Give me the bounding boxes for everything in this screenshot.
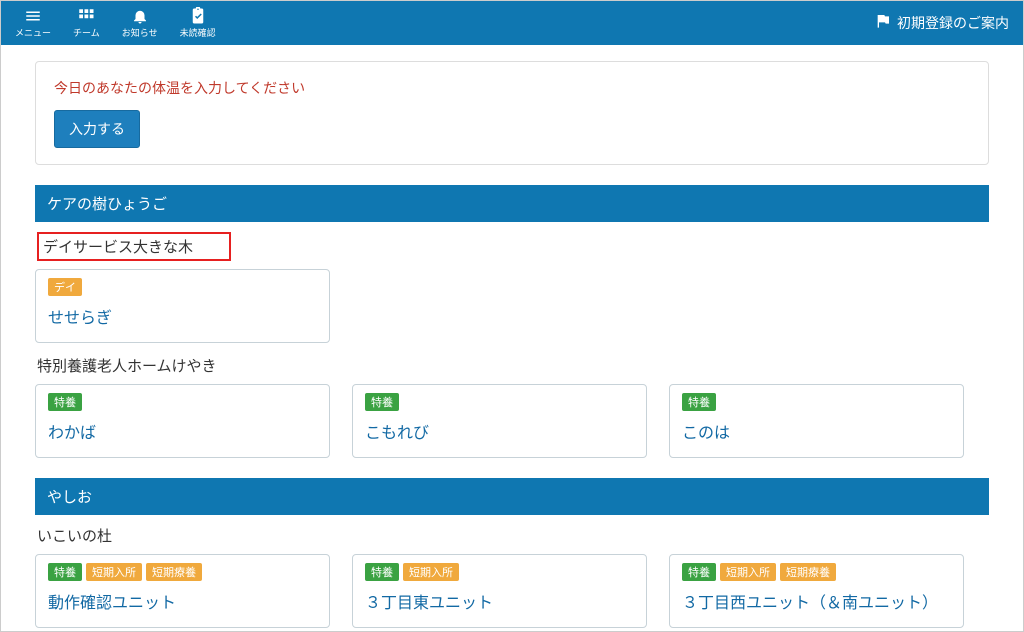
nav-menu[interactable]: メニュー <box>15 7 51 39</box>
card-tags: 特養短期入所 <box>365 563 634 581</box>
nav-unread[interactable]: 未読確認 <box>180 7 216 39</box>
topbar-left: メニュー チーム お知らせ 未読確認 <box>15 7 216 39</box>
highlighted-subheader: デイサービス大きな木 <box>37 232 231 261</box>
nav-label: お知らせ <box>122 26 158 39</box>
content: 今日のあなたの体温を入力してください 入力する ケアの樹ひょうごデイサービス大き… <box>1 45 1023 631</box>
card-grid: 特養短期入所短期療養動作確認ユニット特養短期入所３丁目東ユニット特養短期入所短期… <box>35 554 989 628</box>
card-title: わかば <box>48 419 317 443</box>
sections-container: ケアの樹ひょうごデイサービス大きな木デイせせらぎ特別養護老人ホームけやき特養わか… <box>35 185 989 628</box>
notice-text: 今日のあなたの体温を入力してください <box>54 78 970 98</box>
card-tags: 特養 <box>682 393 951 411</box>
tag-day: デイ <box>48 278 82 296</box>
card-tags: 特養短期入所短期療養 <box>682 563 951 581</box>
tag-tokuyo: 特養 <box>48 563 82 581</box>
unit-card[interactable]: 特養こもれび <box>352 384 647 458</box>
flag-icon <box>875 13 891 32</box>
bell-icon <box>130 7 150 25</box>
nav-notifications[interactable]: お知らせ <box>122 7 158 39</box>
section-header: やしお <box>35 478 989 515</box>
unit-card[interactable]: デイせせらぎ <box>35 269 330 343</box>
nav-label: メニュー <box>15 26 51 39</box>
tag-tankiRyoyo: 短期療養 <box>780 563 836 581</box>
grid-icon <box>76 7 96 25</box>
card-tags: 特養 <box>365 393 634 411</box>
tag-tankiNyusho: 短期入所 <box>720 563 776 581</box>
unit-card[interactable]: 特養わかば <box>35 384 330 458</box>
card-title: こもれび <box>365 419 634 443</box>
card-tags: 特養 <box>48 393 317 411</box>
tag-tokuyo: 特養 <box>365 563 399 581</box>
sub-header: いこいの杜 <box>35 519 989 554</box>
nav-team[interactable]: チーム <box>73 7 100 39</box>
tag-tokuyo: 特養 <box>365 393 399 411</box>
input-temperature-button[interactable]: 入力する <box>54 110 140 148</box>
unit-card[interactable]: 特養短期入所短期療養動作確認ユニット <box>35 554 330 628</box>
card-tags: 特養短期入所短期療養 <box>48 563 317 581</box>
tag-tokuyo: 特養 <box>48 393 82 411</box>
card-title: ３丁目西ユニット（＆南ユニット） <box>682 589 951 613</box>
unit-card[interactable]: 特養短期入所 ３丁目東ユニット <box>352 554 647 628</box>
sub-header: 特別養護老人ホームけやき <box>35 349 989 384</box>
card-grid: デイせせらぎ <box>35 269 989 343</box>
tag-tankiRyoyo: 短期療養 <box>146 563 202 581</box>
card-title: 動作確認ユニット <box>48 589 317 613</box>
app-root: メニュー チーム お知らせ 未読確認 <box>0 0 1024 632</box>
card-title: ３丁目東ユニット <box>365 589 634 613</box>
right-link-label: 初期登録のご案内 <box>897 13 1009 33</box>
unit-card[interactable]: 特養このは <box>669 384 964 458</box>
tag-tokuyo: 特養 <box>682 563 716 581</box>
card-title: せせらぎ <box>48 304 317 328</box>
menu-icon <box>23 7 43 25</box>
card-grid: 特養わかば特養こもれび特養このは <box>35 384 989 458</box>
sub-header: デイサービス大きな木 <box>35 226 989 269</box>
tag-tankiNyusho: 短期入所 <box>403 563 459 581</box>
tag-tokuyo: 特養 <box>682 393 716 411</box>
notice-box: 今日のあなたの体温を入力してください 入力する <box>35 61 989 165</box>
unit-card[interactable]: 特養短期入所短期療養 ３丁目西ユニット（＆南ユニット） <box>669 554 964 628</box>
topbar: メニュー チーム お知らせ 未読確認 <box>1 1 1023 45</box>
section-header: ケアの樹ひょうご <box>35 185 989 222</box>
card-title: このは <box>682 419 951 443</box>
tag-tankiNyusho: 短期入所 <box>86 563 142 581</box>
card-tags: デイ <box>48 278 317 296</box>
clipboard-check-icon <box>188 7 208 25</box>
topbar-right-link[interactable]: 初期登録のご案内 <box>875 13 1009 33</box>
nav-label: 未読確認 <box>180 26 216 39</box>
nav-label: チーム <box>73 26 100 39</box>
